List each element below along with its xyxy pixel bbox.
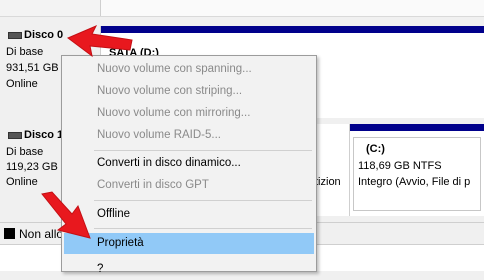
volume-list-right-cell (101, 0, 484, 16)
menu-item-spanned-volume[interactable]: Nuovo volume con spanning... (64, 59, 314, 80)
menu-item-mirrored-volume[interactable]: Nuovo volume con mirroring... (64, 103, 314, 124)
disk-1-name: Disco 1 (24, 129, 64, 141)
menu-item-properties[interactable]: Proprietà (64, 233, 314, 254)
partition-c-size: 118,69 GB NTFS (358, 160, 442, 172)
partition-mid-fragment: tizion (315, 176, 341, 188)
red-pointer-arrow (41, 191, 91, 239)
disk-0-name: Disco 0 (24, 29, 64, 41)
partition-c-status: Integro (Avvio, File di p (358, 176, 471, 188)
disk-icon (8, 32, 22, 39)
menu-item-offline[interactable]: Offline (64, 204, 314, 225)
menu-separator (94, 228, 312, 229)
volume-list-strip (0, 0, 484, 17)
disk-1-size: 119,23 GB (6, 161, 58, 173)
disk-1-type: Di base (6, 146, 44, 158)
disk-1-status: Online (6, 176, 38, 188)
disk-0-size: 931,51 GB (6, 62, 59, 74)
menu-separator (94, 200, 312, 201)
menu-item-convert-dynamic[interactable]: Converti in disco dinamico... (64, 153, 314, 174)
menu-item-striped-volume[interactable]: Nuovo volume con striping... (64, 81, 314, 102)
partition-bar (350, 124, 484, 131)
menu-item-convert-gpt[interactable]: Converti in disco GPT (64, 175, 314, 196)
red-pointer-arrow (67, 25, 133, 58)
menu-item-raid5-volume[interactable]: Nuovo volume RAID-5... (64, 125, 314, 146)
disk-0-status: Online (6, 78, 38, 90)
partition-c-label: (C:) (366, 143, 385, 155)
context-menu: Nuovo volume con spanning... Nuovo volum… (61, 55, 317, 275)
volume-list-left-cell (0, 0, 101, 16)
partition-c[interactable]: (C:) 118,69 GB NTFS Integro (Avvio, File… (349, 124, 484, 216)
menu-separator (94, 150, 312, 151)
disk-0-type: Di base (6, 46, 44, 58)
unallocated-swatch (4, 228, 15, 239)
disk-icon (8, 132, 22, 139)
partition-bar (101, 26, 484, 33)
